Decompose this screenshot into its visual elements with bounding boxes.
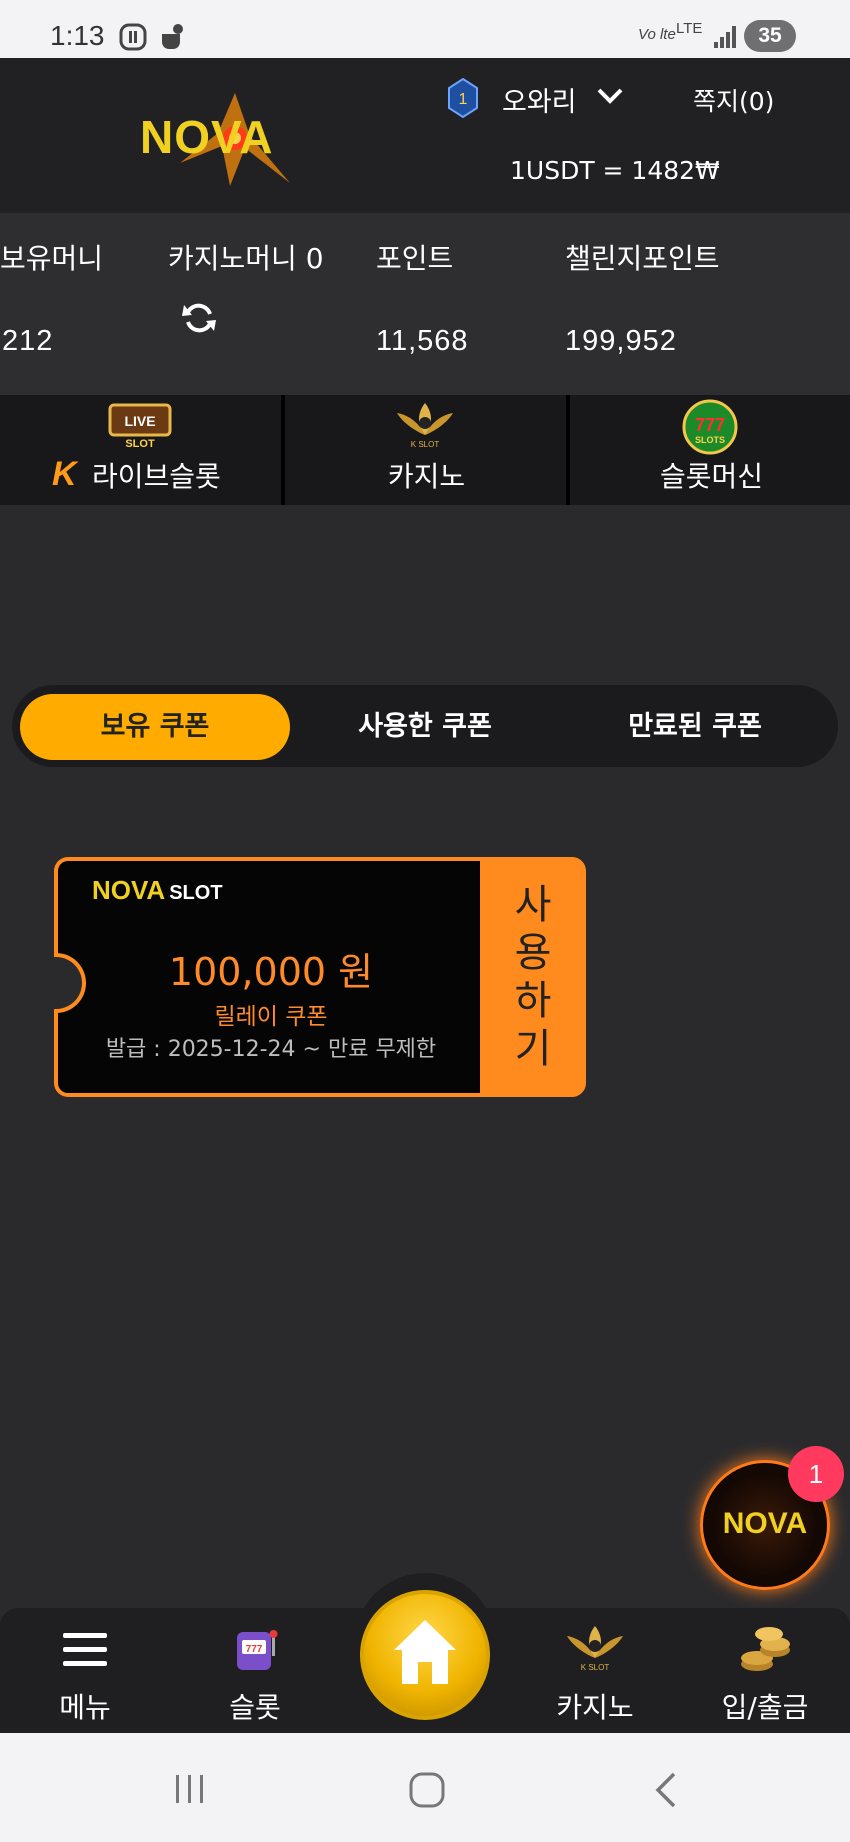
notification-count-badge: 1	[788, 1446, 844, 1502]
coupon-brand-logo: NOVA SLOT	[92, 875, 223, 906]
coupon-card: NOVA SLOT 100,000 원 릴레이 쿠폰 발급 : 2025-12-2…	[54, 857, 586, 1097]
recent-apps-icon[interactable]	[172, 1773, 208, 1805]
username-dropdown[interactable]: 오와리	[502, 80, 577, 119]
nav-label: 입/출금	[721, 1691, 809, 1724]
nav-label: 카지노	[556, 1691, 634, 1724]
status-time: 1:13	[50, 20, 105, 51]
nav-menu[interactable]: 메뉴	[0, 1608, 170, 1733]
balance-label: 보유머니	[0, 242, 104, 275]
challenge-point-label: 챌린지포인트	[565, 242, 720, 275]
coupon-brand: NOVA	[92, 875, 166, 905]
system-navigation-bar	[0, 1733, 850, 1842]
top-header: NOVA 1 오와리 쪽지(0) 1USDT = 1482₩	[0, 58, 850, 213]
back-icon[interactable]	[652, 1771, 680, 1809]
coupon-brand-suffix: SLOT	[169, 882, 223, 904]
category-live-slot[interactable]: LIVE SLOT K 라이브슬롯	[0, 395, 283, 505]
category-slot-machine[interactable]: 777 SLOTS 슬롯머신	[570, 395, 850, 505]
svg-text:SLOT: SLOT	[125, 438, 155, 449]
use-coupon-label: 사용하기	[514, 882, 552, 1072]
category-label: 라이브슬롯	[92, 460, 221, 493]
svg-text:LIVE: LIVE	[124, 413, 155, 429]
coupon-body: NOVA SLOT 100,000 원 릴레이 쿠폰 발급 : 2025-12-2…	[54, 857, 480, 1097]
level-number: 1	[459, 91, 468, 108]
level-badge-icon: 1	[448, 78, 478, 118]
chevron-down-icon[interactable]	[596, 86, 624, 106]
signal-bars-icon	[714, 26, 736, 48]
live-slot-icon: LIVE SLOT	[108, 403, 172, 449]
exchange-rate: 1USDT = 1482₩	[510, 156, 720, 185]
tab-used-coupons[interactable]: 사용한 쿠폰	[290, 694, 560, 760]
floating-logo-text: NOVA	[722, 1507, 808, 1540]
logo-text: NOVA	[140, 111, 274, 163]
nav-label: 메뉴	[59, 1691, 111, 1724]
battery-indicator: 35	[744, 20, 796, 52]
tab-expired-coupons[interactable]: 만료된 쿠폰	[560, 694, 830, 760]
slot-machine-icon: 777	[237, 1630, 278, 1670]
balance-value: 212	[2, 325, 54, 357]
nav-deposit-withdraw[interactable]: 입/출금	[680, 1608, 850, 1733]
point-value: 11,568	[376, 325, 469, 357]
svg-text:777: 777	[695, 415, 725, 435]
nav-slot[interactable]: 777 슬롯	[170, 1608, 340, 1733]
category-nav: LIVE SLOT K 라이브슬롯 K SLOT 카지노 777 SLOTS 슬…	[0, 395, 850, 505]
point-label: 포인트	[376, 242, 454, 275]
lte-indicator: LTE	[676, 20, 703, 37]
app-screen: 1:13 Vo lte LTE 35 NOVA 1 오와리 쪽지(0) 1USD…	[0, 0, 850, 1842]
nav-label: 슬롯	[229, 1691, 281, 1724]
777-slots-icon: 777 SLOTS	[682, 399, 738, 455]
nova-logo[interactable]: NOVA	[140, 88, 320, 188]
k-slot-lotus-icon: K SLOT	[567, 1626, 623, 1672]
home-button[interactable]	[360, 1590, 490, 1720]
recording-icon	[119, 23, 147, 51]
coupon-tabs: 보유 쿠폰 사용한 쿠폰 만료된 쿠폰	[12, 685, 838, 767]
coffee-cup-icon	[162, 24, 183, 49]
messages-link[interactable]: 쪽지(0)	[693, 82, 774, 118]
home-system-icon[interactable]	[408, 1771, 446, 1809]
svg-text:K SLOT: K SLOT	[411, 440, 440, 449]
status-bar: 1:13 Vo lte LTE 35	[0, 0, 850, 58]
category-label: 카지노	[387, 460, 466, 493]
category-label: 슬롯머신	[659, 460, 764, 493]
coupon-amount: 100,000 원	[168, 950, 374, 994]
refresh-icon[interactable]	[180, 299, 218, 337]
gold-coins-icon	[741, 1627, 790, 1671]
svg-text:K SLOT: K SLOT	[581, 1663, 610, 1672]
coupon-validity: 발급 : 2025-12-24 ~ 만료 무제한	[105, 1037, 437, 1062]
svg-text:777: 777	[246, 1644, 263, 1655]
tab-owned-coupons[interactable]: 보유 쿠폰	[20, 694, 290, 760]
coupon-name: 릴레이 쿠폰	[214, 1004, 328, 1030]
home-icon	[394, 1620, 456, 1684]
balance-panel: 보유머니 212 카지노머니 0 포인트 11,568 챌린지포인트 199,9…	[0, 213, 850, 395]
nav-casino[interactable]: K SLOT 카지노	[510, 1608, 680, 1733]
use-coupon-button[interactable]: 사용하기	[480, 857, 586, 1097]
challenge-point-value: 199,952	[565, 325, 677, 357]
k-slot-lotus-icon: K SLOT	[397, 403, 453, 449]
category-casino[interactable]: K SLOT 카지노	[285, 395, 568, 505]
casino-money-label: 카지노머니 0	[168, 242, 324, 275]
hamburger-menu-icon	[63, 1633, 107, 1666]
volte-indicator: Vo lte	[638, 26, 676, 43]
svg-text:SLOTS: SLOTS	[695, 435, 725, 445]
